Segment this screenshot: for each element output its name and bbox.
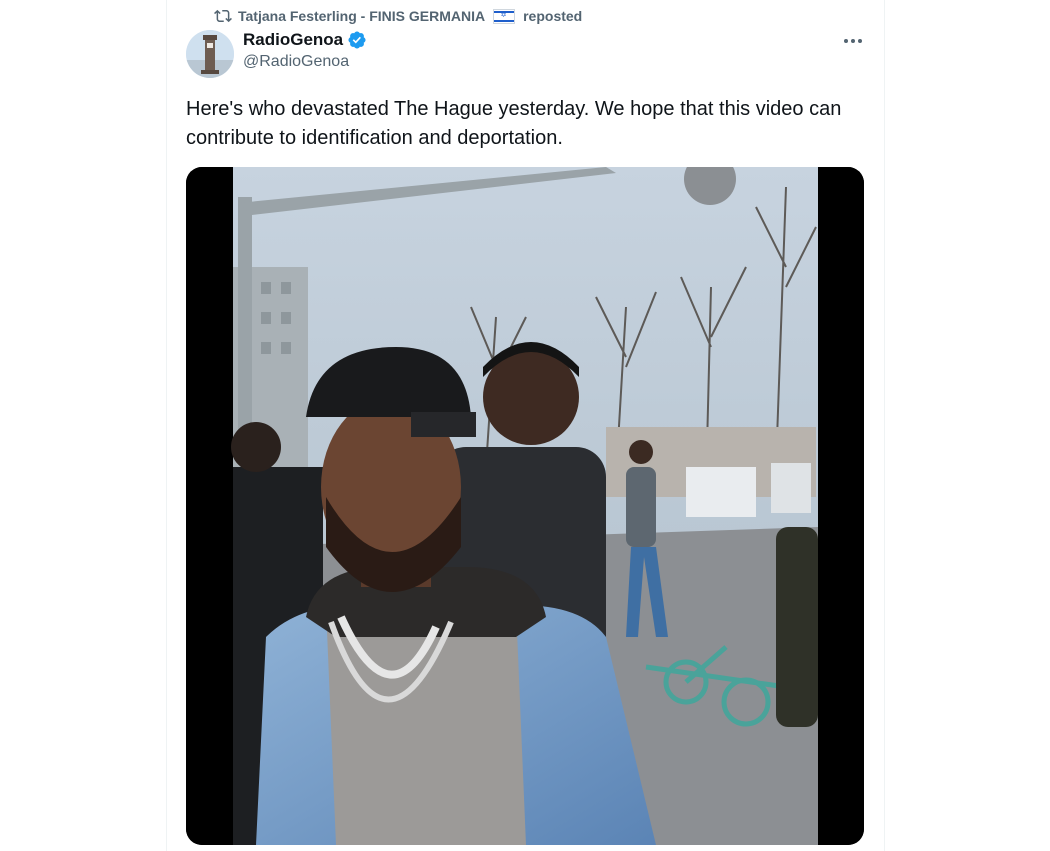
israel-flag-icon: ✡: [493, 8, 516, 24]
tweet-header: RadioGenoa @RadioGenoa: [243, 30, 367, 71]
repost-action: reposted: [523, 8, 583, 24]
verified-badge-icon[interactable]: [347, 30, 367, 50]
more-options-icon: [844, 39, 848, 43]
repost-indicator[interactable]: Tatjana Festerling - FINIS GERMANIA ✡ re…: [214, 6, 582, 26]
avatar[interactable]: [186, 30, 234, 78]
tweet-text: Here's who devastated The Hague yesterda…: [186, 98, 842, 149]
author-handle[interactable]: @RadioGenoa: [243, 53, 367, 71]
timeline-border-left: [166, 0, 167, 851]
tweet-page: Tatjana Festerling - FINIS GERMANIA ✡ re…: [0, 0, 1050, 851]
avatar-tower-image: [186, 30, 234, 78]
repost-icon: [214, 9, 232, 23]
author-name[interactable]: RadioGenoa: [243, 30, 343, 50]
video-frame: [186, 167, 864, 845]
timeline-border-right: [884, 0, 885, 851]
repost-user-name[interactable]: Tatjana Festerling - FINIS GERMANIA: [238, 8, 485, 24]
video-player[interactable]: [186, 167, 864, 845]
more-options-button[interactable]: [838, 28, 868, 54]
